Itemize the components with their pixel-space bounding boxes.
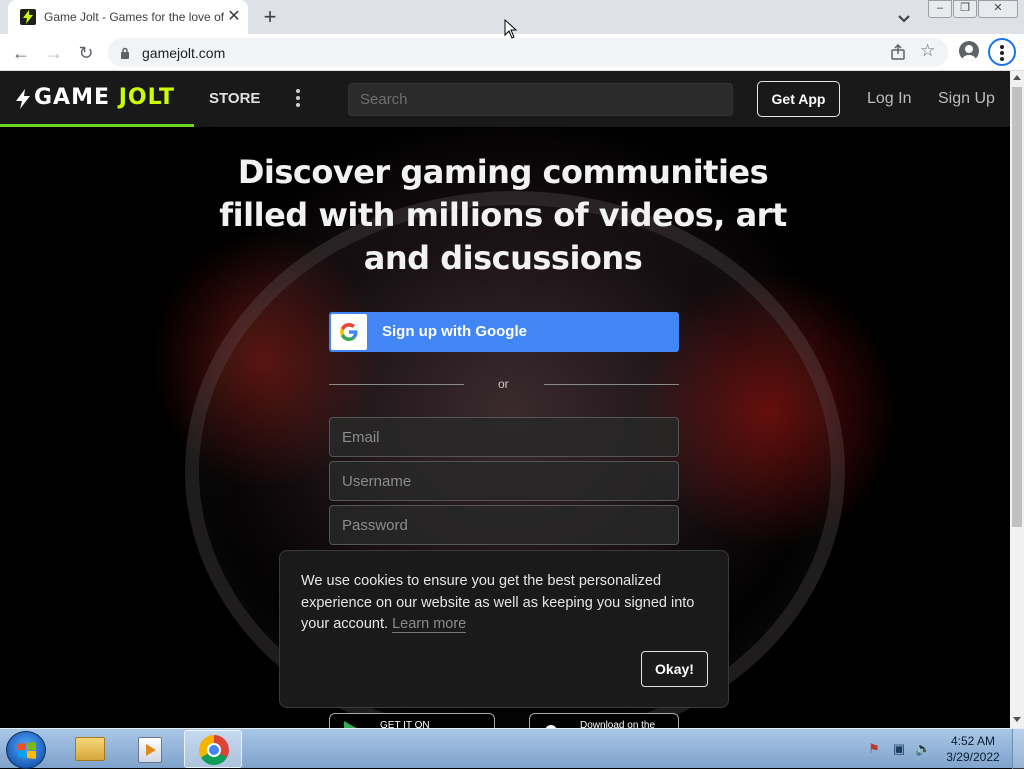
folder-icon bbox=[75, 737, 105, 761]
google-play-badge-text: GET IT ON bbox=[380, 720, 430, 728]
okay-button[interactable]: Okay! bbox=[641, 651, 708, 687]
learn-more-link[interactable]: Learn more bbox=[392, 616, 467, 633]
clock-date: 3/29/2022 bbox=[946, 750, 1000, 764]
login-link[interactable]: Log In bbox=[867, 90, 911, 108]
network-icon[interactable]: ▣ bbox=[892, 742, 906, 756]
window-restore-button[interactable]: ❐ bbox=[953, 0, 977, 18]
cookie-message: We use cookies to ensure you get the bes… bbox=[301, 573, 695, 633]
site-logo[interactable]: GAME JOLT bbox=[0, 71, 194, 127]
or-label: or bbox=[498, 377, 509, 391]
scroll-up-arrow[interactable] bbox=[1013, 75, 1021, 80]
taskbar-media-player[interactable] bbox=[122, 730, 180, 768]
new-tab-button[interactable]: + bbox=[258, 6, 282, 28]
browser-tab[interactable]: Game Jolt - Games for the love of it ✕ bbox=[8, 0, 248, 34]
windows-start-icon[interactable] bbox=[6, 731, 46, 769]
hero-title: Discover gaming communities filled with … bbox=[219, 153, 787, 277]
reload-icon[interactable]: ↻ bbox=[75, 42, 97, 64]
password-field[interactable] bbox=[329, 505, 679, 545]
forward-arrow-icon[interactable]: → bbox=[43, 42, 65, 64]
flag-icon[interactable]: ⚑ bbox=[867, 742, 881, 756]
page-scrollbar[interactable] bbox=[1010, 71, 1024, 728]
signup-link[interactable]: Sign Up bbox=[938, 90, 995, 108]
google-play-badge[interactable]: GET IT ON bbox=[329, 713, 495, 728]
address-bar[interactable]: gamejolt.com ☆ bbox=[108, 38, 948, 67]
back-arrow-icon[interactable]: ← bbox=[10, 42, 32, 64]
cookie-banner: We use cookies to ensure you get the bes… bbox=[279, 550, 729, 708]
app-store-badge[interactable]: Download on the bbox=[529, 713, 679, 728]
taskbar-chrome[interactable] bbox=[184, 730, 242, 768]
system-clock[interactable]: 4:52 AM 3/29/2022 bbox=[938, 733, 1008, 765]
windows-taskbar: ⚑ ▣ 🔈 4:52 AM 3/29/2022 bbox=[0, 728, 1024, 769]
logo-text: GAME JOLT bbox=[34, 85, 175, 110]
clock-time: 4:52 AM bbox=[950, 734, 996, 748]
volume-icon[interactable]: 🔈 bbox=[915, 742, 931, 756]
divider bbox=[329, 384, 464, 385]
scroll-down-arrow[interactable] bbox=[1013, 717, 1021, 722]
search-input[interactable] bbox=[348, 83, 733, 116]
kebab-menu-icon[interactable] bbox=[988, 38, 1016, 66]
web-page: GAME JOLT STORE Get App Log In Sign Up D… bbox=[0, 71, 1010, 728]
get-app-button[interactable]: Get App bbox=[757, 81, 840, 117]
site-header: GAME JOLT STORE Get App Log In Sign Up bbox=[0, 71, 1010, 127]
browser-toolbar: ← → ↻ gamejolt.com ☆ bbox=[0, 34, 1024, 71]
chrome-icon bbox=[199, 735, 229, 765]
show-desktop-button[interactable] bbox=[1012, 729, 1024, 769]
url-text[interactable]: gamejolt.com bbox=[142, 45, 225, 61]
window-close-button[interactable]: ✕ bbox=[978, 0, 1018, 18]
window-minimize-button[interactable]: – bbox=[928, 0, 952, 18]
google-signup-button[interactable]: Sign up with Google bbox=[329, 312, 679, 352]
play-store-icon bbox=[342, 720, 360, 728]
close-icon[interactable]: ✕ bbox=[226, 9, 242, 25]
store-link[interactable]: STORE bbox=[209, 90, 260, 107]
lightning-bolt-icon bbox=[14, 89, 32, 109]
apple-icon bbox=[542, 720, 560, 728]
chevron-down-icon[interactable] bbox=[896, 10, 912, 26]
star-icon[interactable]: ☆ bbox=[920, 41, 935, 61]
tab-title: Game Jolt - Games for the love of it bbox=[44, 10, 224, 24]
divider bbox=[544, 384, 679, 385]
scroll-thumb[interactable] bbox=[1012, 87, 1022, 527]
game-jolt-favicon bbox=[20, 9, 36, 25]
mouse-cursor-icon bbox=[504, 19, 518, 39]
app-store-badge-text: Download on the bbox=[580, 720, 656, 728]
media-player-icon bbox=[138, 737, 162, 763]
email-field[interactable] bbox=[329, 417, 679, 457]
share-icon[interactable] bbox=[890, 43, 906, 60]
username-field[interactable] bbox=[329, 461, 679, 501]
taskbar-explorer[interactable] bbox=[60, 730, 118, 768]
google-g-icon bbox=[331, 314, 367, 350]
google-signup-label: Sign up with Google bbox=[382, 323, 527, 340]
profile-icon[interactable] bbox=[959, 41, 979, 61]
lock-icon[interactable] bbox=[120, 46, 130, 59]
kebab-menu-icon[interactable] bbox=[296, 87, 302, 107]
